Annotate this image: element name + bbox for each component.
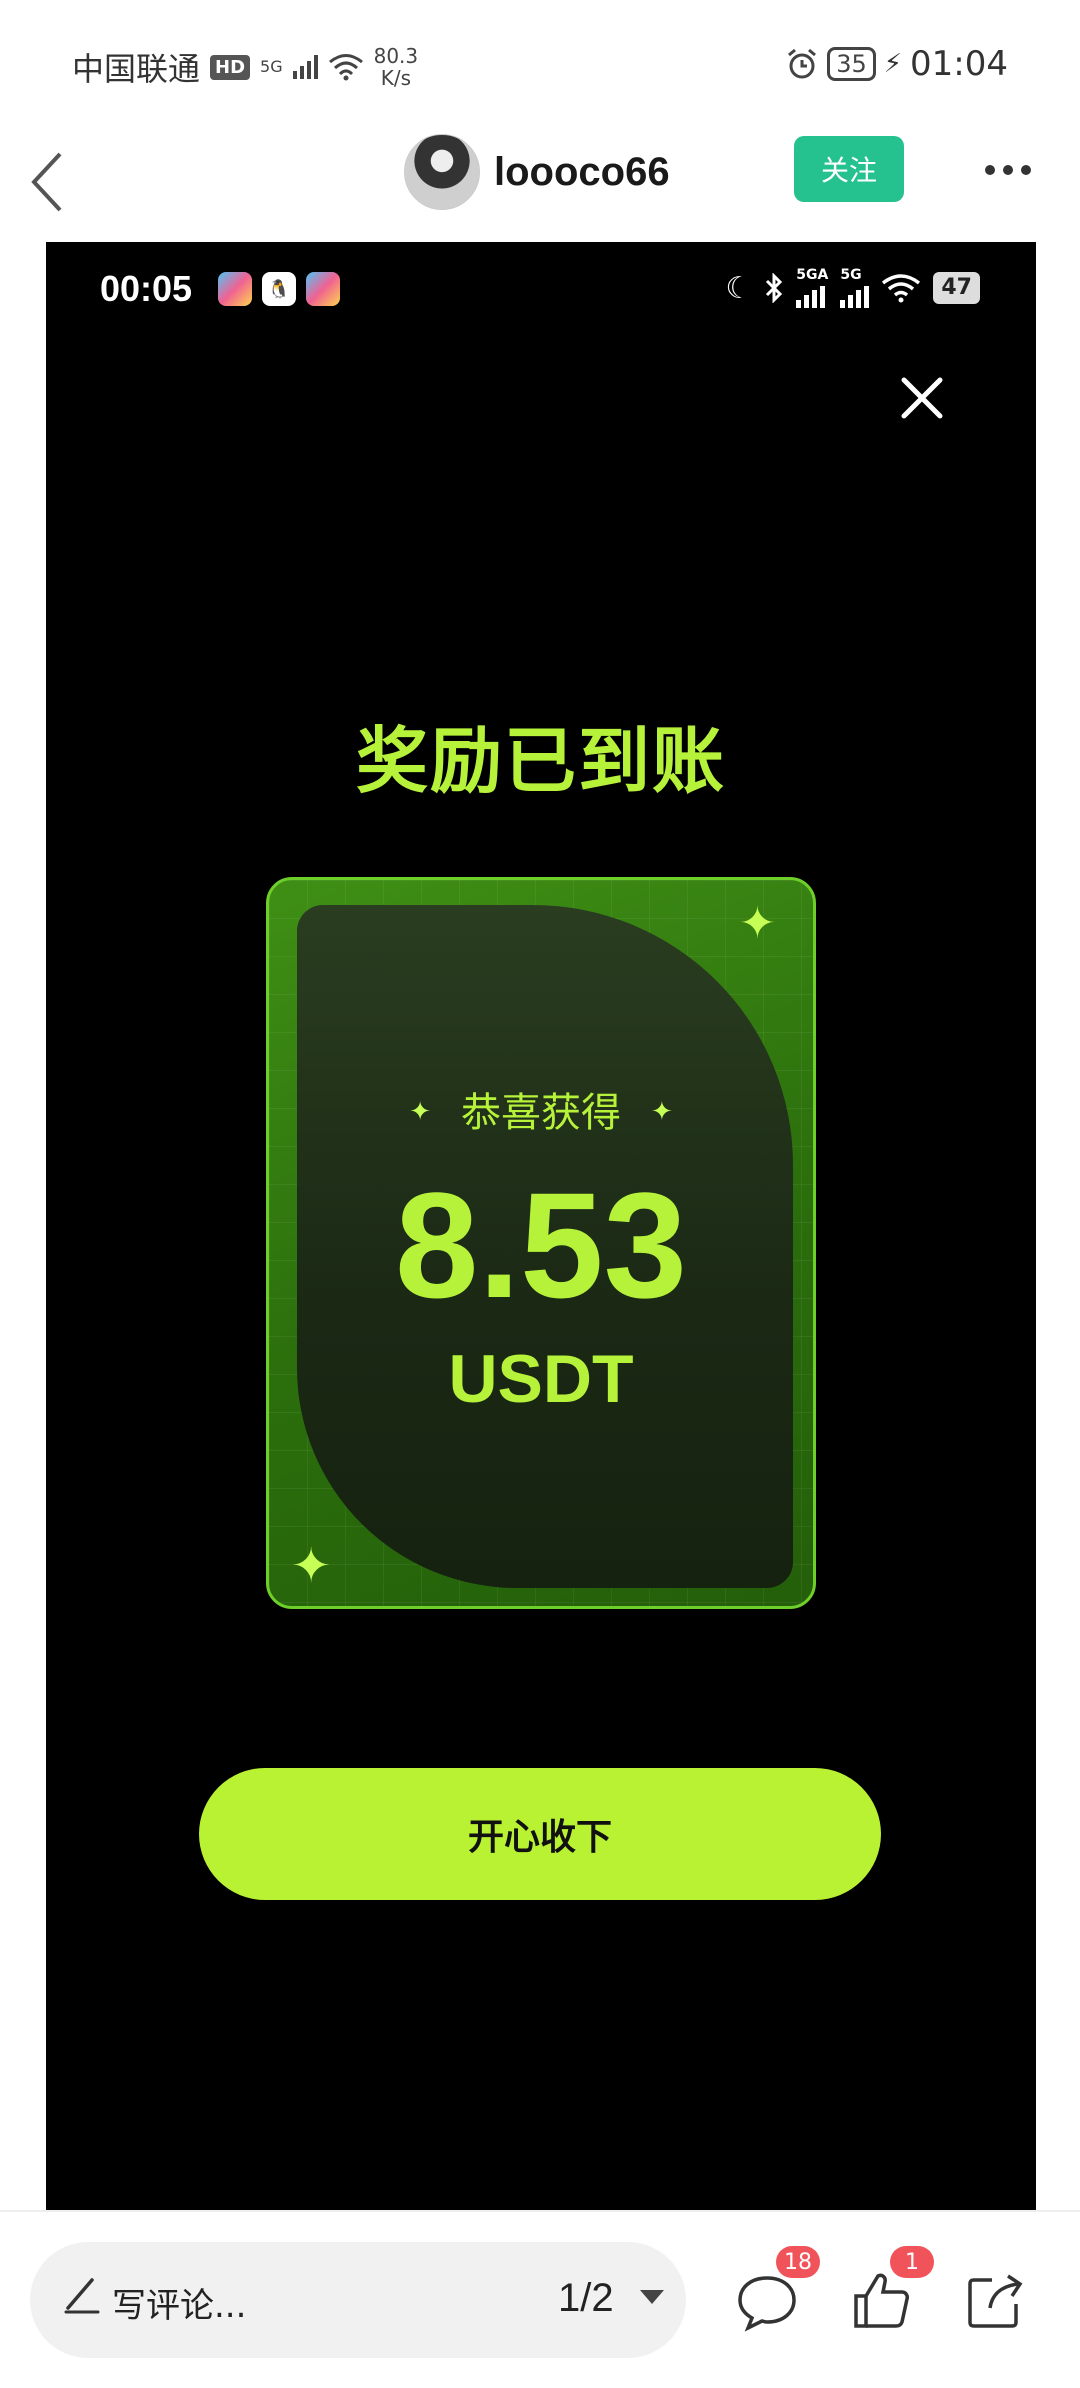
notification-icons: 🐧 (218, 272, 340, 306)
app-header: loooco66 关注 (0, 132, 1080, 242)
bluetooth-icon (766, 273, 783, 303)
qq-icon: 🐧 (262, 272, 296, 306)
sparkle-icon: ✦ (409, 1097, 431, 1127)
app-notification-icon (306, 272, 340, 306)
like-count-badge: 1 (890, 2246, 934, 2278)
carrier-name: 中国联通 (72, 50, 201, 88)
share-button[interactable] (962, 2268, 1032, 2338)
status-bar: 中国联通 HD 5G 80.3 K/s 35 ⚡ 01:04 (0, 0, 1080, 132)
follow-button[interactable]: 关注 (794, 136, 904, 202)
user-profile[interactable]: loooco66 (404, 132, 670, 212)
clock: 01:04 (910, 44, 1008, 84)
more-icon[interactable] (978, 140, 1038, 200)
sparkle-icon: ✦ (651, 1097, 673, 1127)
post-image[interactable]: 00:05 🐧 ☾ 5GA 5G 47 奖励已到账 ✦ ✦ ✦ 恭喜获得 ✦ 8.5… (46, 242, 1036, 2210)
sparkle-icon: ✦ (739, 898, 776, 949)
network-type: 5G (260, 57, 283, 76)
signal-icon (292, 55, 318, 79)
moon-icon: ☾ (725, 270, 753, 306)
share-icon (968, 2274, 1023, 2328)
embedded-battery: 47 (933, 272, 980, 304)
page-indicator[interactable]: 1/2 (558, 2276, 614, 2321)
congrats-label: ✦ 恭喜获得 ✦ (409, 1090, 673, 1136)
app-notification-icon (218, 272, 252, 306)
wifi-icon (328, 54, 363, 81)
signal-icon (840, 282, 870, 308)
comment-input[interactable]: 写评论... 1/2 (30, 2242, 686, 2358)
like-button[interactable]: 1 (848, 2246, 934, 2338)
embedded-clock: 00:05 (100, 268, 193, 309)
battery-indicator: 35 (827, 47, 876, 81)
close-icon[interactable] (894, 370, 950, 426)
speed-unit: K/s (380, 66, 412, 90)
network-5g: 5G (840, 268, 870, 308)
embedded-status-right: ☾ 5GA 5G 47 (725, 268, 980, 308)
bottom-divider (0, 2210, 1080, 2212)
status-right: 35 ⚡ 01:04 (785, 44, 1008, 84)
network-speed: 80.3 K/s (374, 45, 419, 89)
comment-button[interactable]: 18 (734, 2246, 820, 2338)
accept-button[interactable]: 开心收下 (199, 1768, 881, 1900)
sparkle-icon: ✦ (291, 1538, 332, 1594)
status-left: 中国联通 HD 5G 80.3 K/s (72, 44, 418, 90)
signal-icon (796, 282, 826, 308)
reward-title: 奖励已到账 (355, 719, 726, 803)
comment-count-badge: 18 (776, 2246, 820, 2278)
back-arrow-icon[interactable] (24, 142, 84, 222)
hd-badge: HD (210, 54, 251, 80)
speed-value: 80.3 (373, 44, 419, 68)
reward-card: ✦ ✦ ✦ 恭喜获得 ✦ 8.53 USDT (266, 877, 816, 1609)
wifi-icon (882, 274, 921, 303)
avatar[interactable] (404, 134, 480, 210)
alarm-icon (788, 48, 817, 79)
embedded-status-bar: 00:05 🐧 ☾ 5GA 5G 47 (46, 242, 1036, 342)
username[interactable]: loooco66 (494, 150, 670, 195)
network-5ga: 5GA (796, 268, 828, 308)
reward-unit: USDT (448, 1341, 634, 1417)
reward-amount: 8.53 (395, 1161, 687, 1329)
chevron-down-icon[interactable] (640, 2290, 664, 2304)
comment-placeholder: 写评论... (112, 2286, 247, 2326)
charging-icon: ⚡ (883, 49, 903, 79)
pen-icon (64, 2278, 100, 2314)
